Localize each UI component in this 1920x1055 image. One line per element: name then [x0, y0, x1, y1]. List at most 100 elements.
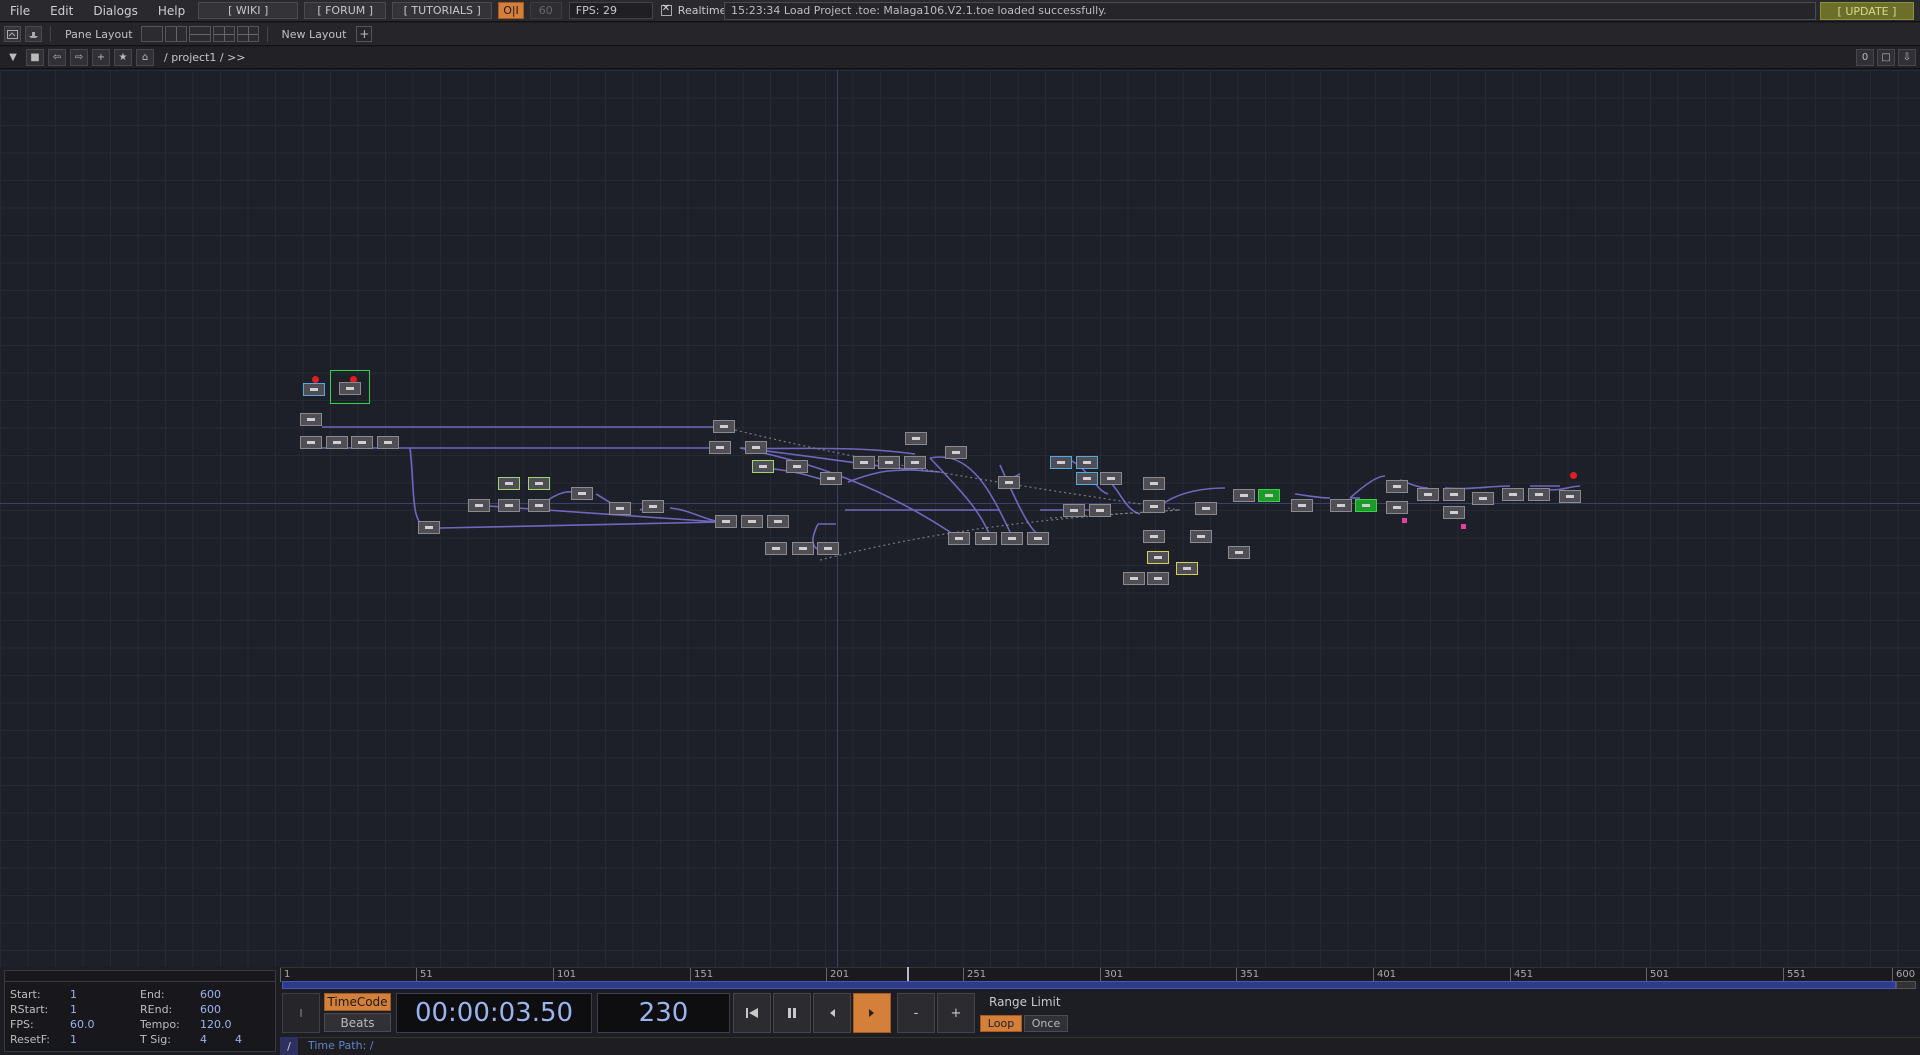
download-icon[interactable]: ⇩: [1898, 49, 1916, 66]
operator-node[interactable]: [300, 413, 322, 426]
operator-node[interactable]: [752, 460, 774, 473]
operator-node[interactable]: [1472, 492, 1494, 505]
beats-button[interactable]: Beats: [324, 1013, 391, 1032]
operator-node[interactable]: [1355, 499, 1377, 512]
tutorials-button[interactable]: [ TUTORIALS ]: [392, 2, 493, 19]
operator-node[interactable]: [1228, 546, 1250, 559]
add-layout-button[interactable]: +: [356, 26, 373, 42]
operator-node[interactable]: [792, 542, 814, 555]
pause-button[interactable]: [773, 993, 811, 1033]
menu-file[interactable]: File: [0, 0, 40, 22]
operator-node[interactable]: [498, 499, 520, 512]
operator-node[interactable]: [377, 436, 399, 449]
forum-button[interactable]: [ FORUM ]: [304, 2, 387, 19]
layout-split-horizontal-button[interactable]: [188, 26, 211, 42]
home-icon[interactable]: ⌂: [136, 49, 154, 66]
operator-node[interactable]: [1502, 488, 1524, 501]
operator-node[interactable]: [715, 515, 737, 528]
network-editor[interactable]: [0, 70, 1920, 967]
play-forward-button[interactable]: [853, 993, 891, 1033]
operator-node[interactable]: [904, 456, 926, 469]
operator-node[interactable]: [1143, 530, 1165, 543]
menu-edit[interactable]: Edit: [40, 0, 83, 22]
operator-node[interactable]: [300, 436, 322, 449]
reset-to-start-button[interactable]: [733, 993, 771, 1033]
range-bar-end-handle[interactable]: [1896, 981, 1916, 989]
layout-single-button[interactable]: [140, 26, 163, 42]
operator-node[interactable]: [1190, 530, 1212, 543]
operator-node[interactable]: [820, 472, 842, 485]
operator-node[interactable]: [741, 515, 763, 528]
operator-node[interactable]: [571, 487, 593, 500]
operator-node[interactable]: [1386, 501, 1408, 514]
operator-node[interactable]: [326, 436, 348, 449]
tempo-field[interactable]: 120.0: [200, 1018, 232, 1031]
pane-type-icon[interactable]: [4, 26, 21, 42]
maximize-icon[interactable]: □: [1877, 49, 1895, 66]
operator-node[interactable]: [1559, 490, 1581, 503]
timecode-display[interactable]: 00:00:03.50: [396, 993, 592, 1033]
loop-button[interactable]: Loop: [980, 1015, 1022, 1032]
operator-node[interactable]: [1143, 500, 1165, 513]
operator-node[interactable]: [1089, 504, 1111, 517]
chevron-down-icon[interactable]: ▼: [4, 49, 22, 66]
operator-node[interactable]: [1147, 551, 1169, 564]
end-field[interactable]: 600: [200, 988, 221, 1001]
operator-node[interactable]: [1076, 472, 1098, 485]
operator-node[interactable]: [1528, 488, 1550, 501]
realtime-checkbox[interactable]: [660, 3, 672, 16]
operator-node[interactable]: [609, 502, 631, 515]
operator-node[interactable]: [1443, 506, 1465, 519]
operator-node[interactable]: [948, 532, 970, 545]
operator-node[interactable]: [945, 446, 967, 459]
forward-arrow-icon[interactable]: ⇨: [70, 49, 88, 66]
operator-node[interactable]: [709, 441, 731, 454]
operator-node[interactable]: [1100, 472, 1122, 485]
operator-node[interactable]: [1050, 456, 1072, 469]
play-reverse-button[interactable]: [813, 993, 851, 1033]
add-icon[interactable]: +: [92, 49, 110, 66]
operator-node[interactable]: [713, 420, 735, 433]
operator-node[interactable]: [1386, 480, 1408, 493]
operator-node[interactable]: [1063, 504, 1085, 517]
operator-node[interactable]: [1258, 489, 1280, 502]
operator-node[interactable]: [1076, 456, 1098, 469]
operator-node[interactable]: [817, 542, 839, 555]
step-back-button[interactable]: -: [897, 993, 935, 1033]
wiki-button[interactable]: [ WIKI ]: [198, 2, 299, 19]
layout-three-button[interactable]: [212, 26, 235, 42]
operator-node[interactable]: [1291, 499, 1313, 512]
operator-node[interactable]: [642, 500, 664, 513]
operator-node[interactable]: [1027, 532, 1049, 545]
step-forward-button[interactable]: +: [937, 993, 975, 1033]
timeline-playhead[interactable]: [907, 967, 909, 981]
operator-node[interactable]: [528, 499, 550, 512]
operator-node[interactable]: [998, 476, 1020, 489]
layout-quad-button[interactable]: [236, 26, 259, 42]
key-toggle-button[interactable]: I: [282, 993, 320, 1033]
update-button[interactable]: [ UPDATE ]: [1820, 2, 1914, 20]
tsig-denominator-field[interactable]: 4: [235, 1033, 242, 1046]
operator-node[interactable]: [528, 477, 550, 490]
fps-field[interactable]: 60.0: [70, 1018, 95, 1031]
start-field[interactable]: 1: [70, 988, 77, 1001]
range-bar[interactable]: [282, 981, 1896, 989]
operator-node[interactable]: [1195, 502, 1217, 515]
time-path-root-button[interactable]: /: [280, 1037, 298, 1055]
operator-node[interactable]: [905, 432, 927, 445]
operator-node[interactable]: [767, 515, 789, 528]
operator-node[interactable]: [498, 477, 520, 490]
oi-toggle-button[interactable]: O|I: [498, 2, 524, 19]
operator-node[interactable]: [1143, 477, 1165, 490]
operator-node[interactable]: [1443, 488, 1465, 501]
operator-node[interactable]: [786, 460, 808, 473]
network-path[interactable]: / project1 / >>: [164, 51, 246, 64]
operator-node[interactable]: [765, 542, 787, 555]
menu-dialogs[interactable]: Dialogs: [83, 0, 147, 22]
frame-display[interactable]: 230: [597, 993, 730, 1033]
fps-cap-button[interactable]: 60: [529, 2, 562, 19]
operator-node[interactable]: [1001, 532, 1023, 545]
once-button[interactable]: Once: [1024, 1015, 1068, 1032]
menu-help[interactable]: Help: [148, 0, 195, 22]
rend-field[interactable]: 600: [200, 1003, 221, 1016]
